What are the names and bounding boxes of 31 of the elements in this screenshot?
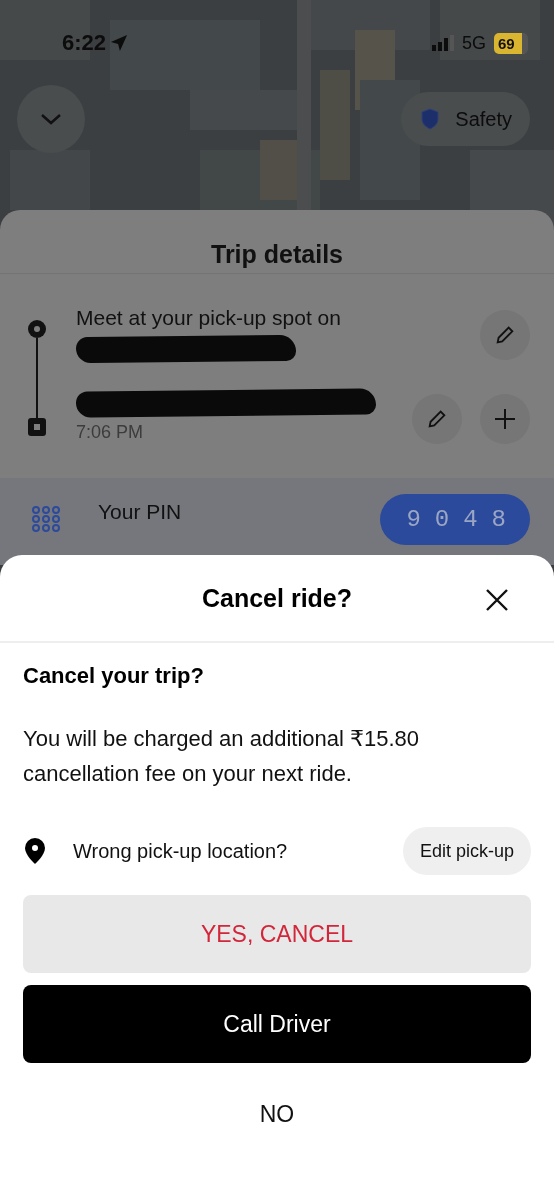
pin-code: 9048 [380,494,530,545]
shield-icon [421,108,440,130]
route-line-icon [26,318,48,438]
pencil-icon [494,324,516,346]
close-icon [484,587,510,613]
edit-pickup-button[interactable]: Edit pick-up [402,827,531,875]
arrival-time: 7:06 PM [76,422,145,443]
pickup-text: Meet at your pick-up spot on [76,306,341,330]
dialog-title: Cancel ride? [201,583,353,613]
status-time: 6:22 [62,30,107,56]
wrong-pickup-prompt: Wrong pick-up location? [73,839,289,863]
pin-label: Your PIN [98,499,183,525]
plus-icon [493,407,517,431]
dismiss-button[interactable]: NO [23,1075,531,1153]
close-button[interactable] [484,587,510,613]
battery-level: 69 [494,32,528,54]
confirm-cancel-button[interactable]: YES, CANCEL [23,895,531,973]
sheet-title: Trip details [0,210,554,274]
edit-button[interactable] [412,394,462,444]
signal-icon [432,35,454,51]
location-arrow-icon [110,34,129,52]
call-driver-button[interactable]: Call Driver [23,985,531,1063]
dialog-heading: Cancel your trip? [23,663,205,689]
add-stop-button[interactable] [480,394,530,444]
fee-message: You will be charged an additional ₹15.80 cancellation fee on your next ride. [23,725,421,788]
network-type: 5G [462,32,486,54]
keypad-icon [32,505,60,534]
chevron-down-icon [40,113,62,125]
edit-button[interactable] [480,310,530,360]
pencil-icon [426,408,448,430]
location-pin-icon [23,837,47,865]
